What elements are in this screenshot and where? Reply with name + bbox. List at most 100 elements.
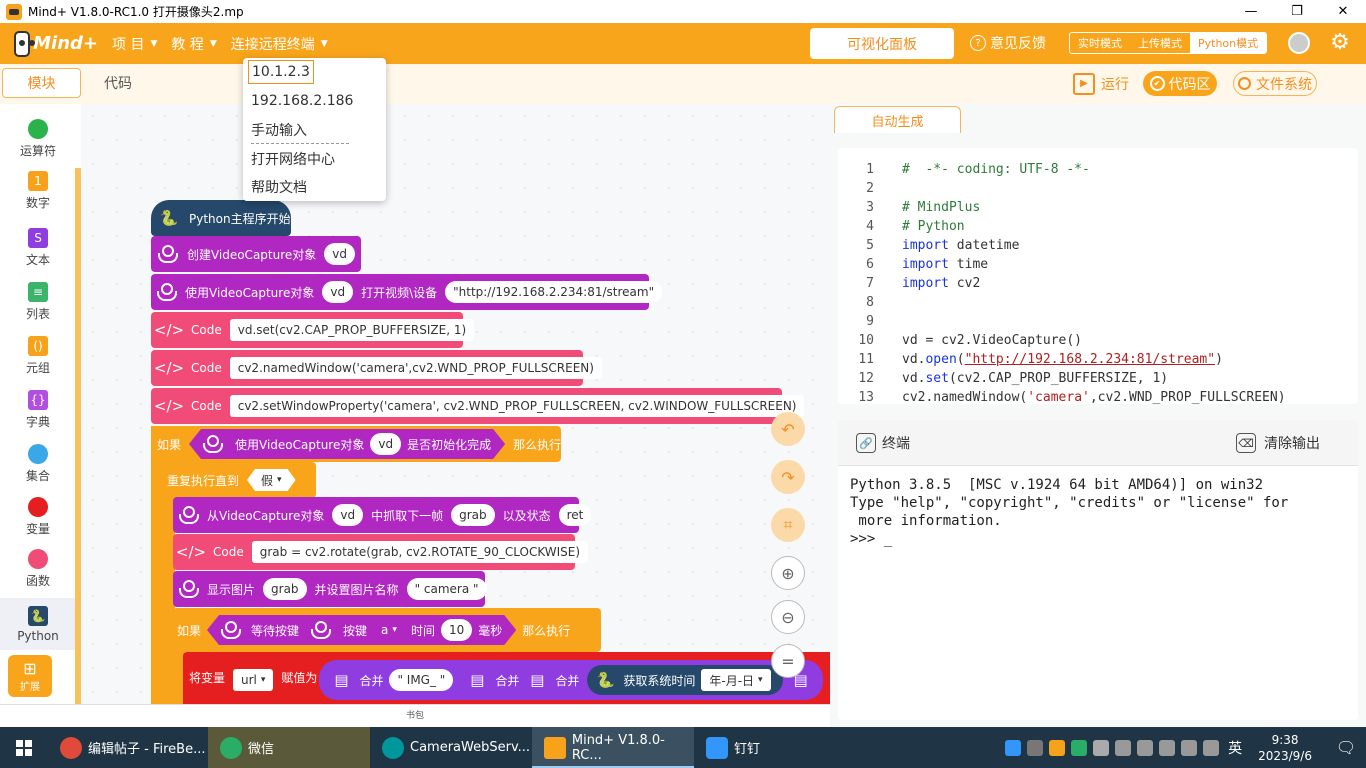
category-list[interactable]: ≡ 列表: [0, 282, 76, 322]
clock[interactable]: 9:38 2023/9/6: [1258, 732, 1312, 764]
code-input[interactable]: vd.set(cv2.CAP_PROP_BUFFERSIZE, 1): [229, 319, 475, 341]
category-python[interactable]: 🐍 Python: [0, 598, 76, 650]
time-input[interactable]: 10: [441, 619, 472, 641]
code-editor[interactable]: 1 # -*- coding: UTF-8 -*- 2 3 # MindPlus 4 # P…: [838, 148, 1358, 404]
dingtalk-tray-icon[interactable]: [1005, 739, 1022, 756]
gear-icon[interactable]: ⚙: [1328, 31, 1352, 55]
code-input[interactable]: cv2.setWindowProperty('camera', cv2.WND_…: [229, 395, 805, 417]
run-button[interactable]: ▶ 运行: [1073, 71, 1129, 96]
inner-if-block[interactable]: 如果等待按键按键a时间10毫秒那么执行: [173, 608, 601, 652]
tab-auto-generate[interactable]: 自动生成: [834, 106, 961, 133]
tab-code[interactable]: 代码: [82, 68, 154, 98]
terminal-output[interactable]: Python 3.8.5 [MSC v.1924 64 bit AMD64)] …: [850, 476, 1288, 548]
code-input[interactable]: cv2.namedWindow('camera',cv2.WND_PROP_FU…: [229, 357, 602, 379]
img-prefix-input[interactable]: " IMG_ ": [389, 669, 454, 691]
category-text[interactable]: S 文本: [0, 228, 76, 268]
code-line[interactable]: 1 # -*- coding: UTF-8 -*-: [838, 160, 1090, 179]
code-line[interactable]: 12 vd.set(cv2.CAP_PROP_BUFFERSIZE, 1): [838, 369, 1168, 388]
bluetooth-icon[interactable]: [1115, 739, 1132, 756]
key-dropdown[interactable]: a: [373, 619, 405, 641]
repeat-until-block[interactable]: 重复执行直到假: [163, 462, 316, 498]
code-input[interactable]: grab = cv2.rotate(grab, cv2.ROTATE_90_CL…: [251, 541, 589, 563]
category-dict[interactable]: {} 字典: [0, 390, 76, 430]
maximize-icon[interactable]: ❐: [1274, 0, 1320, 23]
code-line[interactable]: 10 vd = cv2.VideoCapture(): [838, 331, 1082, 350]
tab-blocks[interactable]: 模块: [2, 68, 81, 98]
mode-python[interactable]: Python模式: [1190, 33, 1267, 53]
menu-remote-terminal[interactable]: 连接远程终端 ▼: [231, 34, 328, 54]
set-variable-block[interactable]: 将变量url赋值为 ▤合并" IMG_ " ▤合并 ▤合并 🐍获取系统时间年-月…: [183, 652, 830, 704]
terminal-panel[interactable]: 🔗 终端 ⌫ 清除输出 Python 3.8.5 [MSC v.1924 64 bi…: [838, 420, 1358, 720]
close-icon[interactable]: ✕: [1320, 0, 1366, 23]
mode-realtime[interactable]: 实时模式: [1070, 33, 1130, 53]
redo-icon[interactable]: ↷: [771, 460, 805, 494]
dropdown-item-ip-1[interactable]: 10.1.2.3: [248, 60, 314, 84]
taskbar-item-arduino[interactable]: CameraWebServ...: [370, 727, 532, 768]
category-numbers[interactable]: 1 数字: [0, 171, 76, 211]
ime-language[interactable]: 英: [1228, 738, 1242, 758]
window-name-input[interactable]: " camera ": [406, 578, 487, 600]
if-block[interactable]: 如果 使用VideoCapture对象 vd 是否初始化完成 那么执行: [151, 426, 561, 462]
code-line[interactable]: 13 cv2.namedWindow('camera',cv2.WND_PROP_…: [838, 388, 1285, 404]
grab-frame-block[interactable]: 从VideoCapture对象 vd 中抓取下一帧 grab 以及状态 ret: [173, 497, 592, 533]
join-block[interactable]: ▤合并" IMG_ " ▤合并 ▤合并 🐍获取系统时间年-月-日 ▤: [319, 660, 823, 700]
usb-icon[interactable]: [1027, 739, 1044, 756]
clear-output-button[interactable]: ⌫ 清除输出: [1236, 433, 1320, 453]
ret-input[interactable]: ret: [558, 504, 592, 526]
code-block-2[interactable]: </> Code cv2.namedWindow('camera',cv2.WND_…: [151, 350, 602, 386]
bookbag-bar[interactable]: 书包: [0, 704, 830, 727]
chat-icon[interactable]: [1093, 739, 1110, 756]
dropdown-item-help-docs[interactable]: 帮助文档: [251, 175, 307, 199]
var-input[interactable]: vd: [324, 243, 355, 265]
visualization-panel-button[interactable]: 可视化面板: [810, 28, 954, 59]
open-video-block[interactable]: 使用VideoCapture对象 vd 打开视频\设备 "http://192.168…: [151, 274, 663, 310]
search-icon[interactable]: [1049, 739, 1066, 756]
code-line[interactable]: 11 vd.open("http://192.168.2.234:81/strea…: [838, 350, 1223, 369]
code-line[interactable]: 5 import datetime: [838, 236, 1019, 255]
category-variables[interactable]: 变量: [0, 497, 76, 537]
crop-icon[interactable]: ⌗: [771, 508, 805, 542]
dropdown-item-manual-input[interactable]: 手动输入: [251, 118, 307, 142]
code-line[interactable]: 9: [838, 312, 902, 331]
code-area-button[interactable]: ✔ 代码区: [1143, 71, 1217, 96]
taskbar-item-dingtalk[interactable]: 钉钉: [694, 727, 794, 768]
code-line[interactable]: 6 import time: [838, 255, 988, 274]
code-block-4[interactable]: </> Code grab = cv2.rotate(grab, cv2.ROTAT…: [173, 534, 589, 570]
condition-wait-key[interactable]: 等待按键按键a时间10毫秒: [207, 615, 516, 645]
network-icon[interactable]: [1159, 739, 1176, 756]
notification-icon[interactable]: 🗨: [1326, 738, 1366, 757]
dropdown-item-network-center[interactable]: 打开网络中心: [251, 147, 335, 171]
mode-upload[interactable]: 上传模式: [1130, 33, 1190, 53]
var-input[interactable]: vd: [332, 504, 364, 526]
code-line[interactable]: 7 import cv2: [838, 274, 980, 293]
url-input[interactable]: "http://192.168.2.234:81/stream": [445, 281, 663, 303]
avatar[interactable]: [1288, 32, 1310, 54]
code-block-3[interactable]: </> Code cv2.setWindowProperty('camera', c…: [151, 388, 805, 424]
menu-tutorial[interactable]: 教 程 ▼: [171, 34, 216, 54]
var-input[interactable]: vd: [322, 281, 354, 303]
get-system-time-block[interactable]: 🐍 获取系统时间 年-月-日: [587, 665, 783, 695]
code-line[interactable]: 2: [838, 179, 902, 198]
minimize-icon[interactable]: —: [1228, 0, 1274, 23]
zoom-out-icon[interactable]: ⊖: [771, 600, 805, 634]
taskbar-item-browser[interactable]: 编辑帖子 - FireBe...: [48, 727, 208, 768]
taskbar-item-mindplus[interactable]: Mind+ V1.8.0-RC...: [532, 727, 694, 768]
false-dropdown[interactable]: 假: [247, 469, 296, 491]
volume-icon[interactable]: [1203, 739, 1220, 756]
time-format-dropdown[interactable]: 年-月-日: [701, 669, 771, 691]
grab-input[interactable]: grab: [451, 504, 495, 526]
taskbar-item-wechat[interactable]: 微信: [208, 727, 370, 768]
code-block-1[interactable]: </> Code vd.set(cv2.CAP_PROP_BUFFERSIZE, 1…: [151, 312, 475, 348]
category-functions[interactable]: 函数: [0, 549, 76, 589]
code-line[interactable]: 4 # Python: [838, 217, 964, 236]
condition-initialized[interactable]: 使用VideoCapture对象 vd 是否初始化完成: [189, 429, 505, 459]
dropdown-item-ip-2[interactable]: 192.168.2.186: [251, 89, 353, 113]
ime-icon[interactable]: [1137, 739, 1154, 756]
python-main-start-block[interactable]: 🐍 Python主程序开始: [151, 200, 291, 236]
category-tuple[interactable]: () 元组: [0, 336, 76, 376]
zoom-reset-icon[interactable]: =: [771, 644, 805, 678]
menu-project[interactable]: 项 目 ▼: [112, 34, 157, 54]
category-operators[interactable]: 运算符: [0, 119, 76, 159]
undo-icon[interactable]: ↶: [771, 412, 805, 446]
var-input[interactable]: grab: [263, 578, 307, 600]
